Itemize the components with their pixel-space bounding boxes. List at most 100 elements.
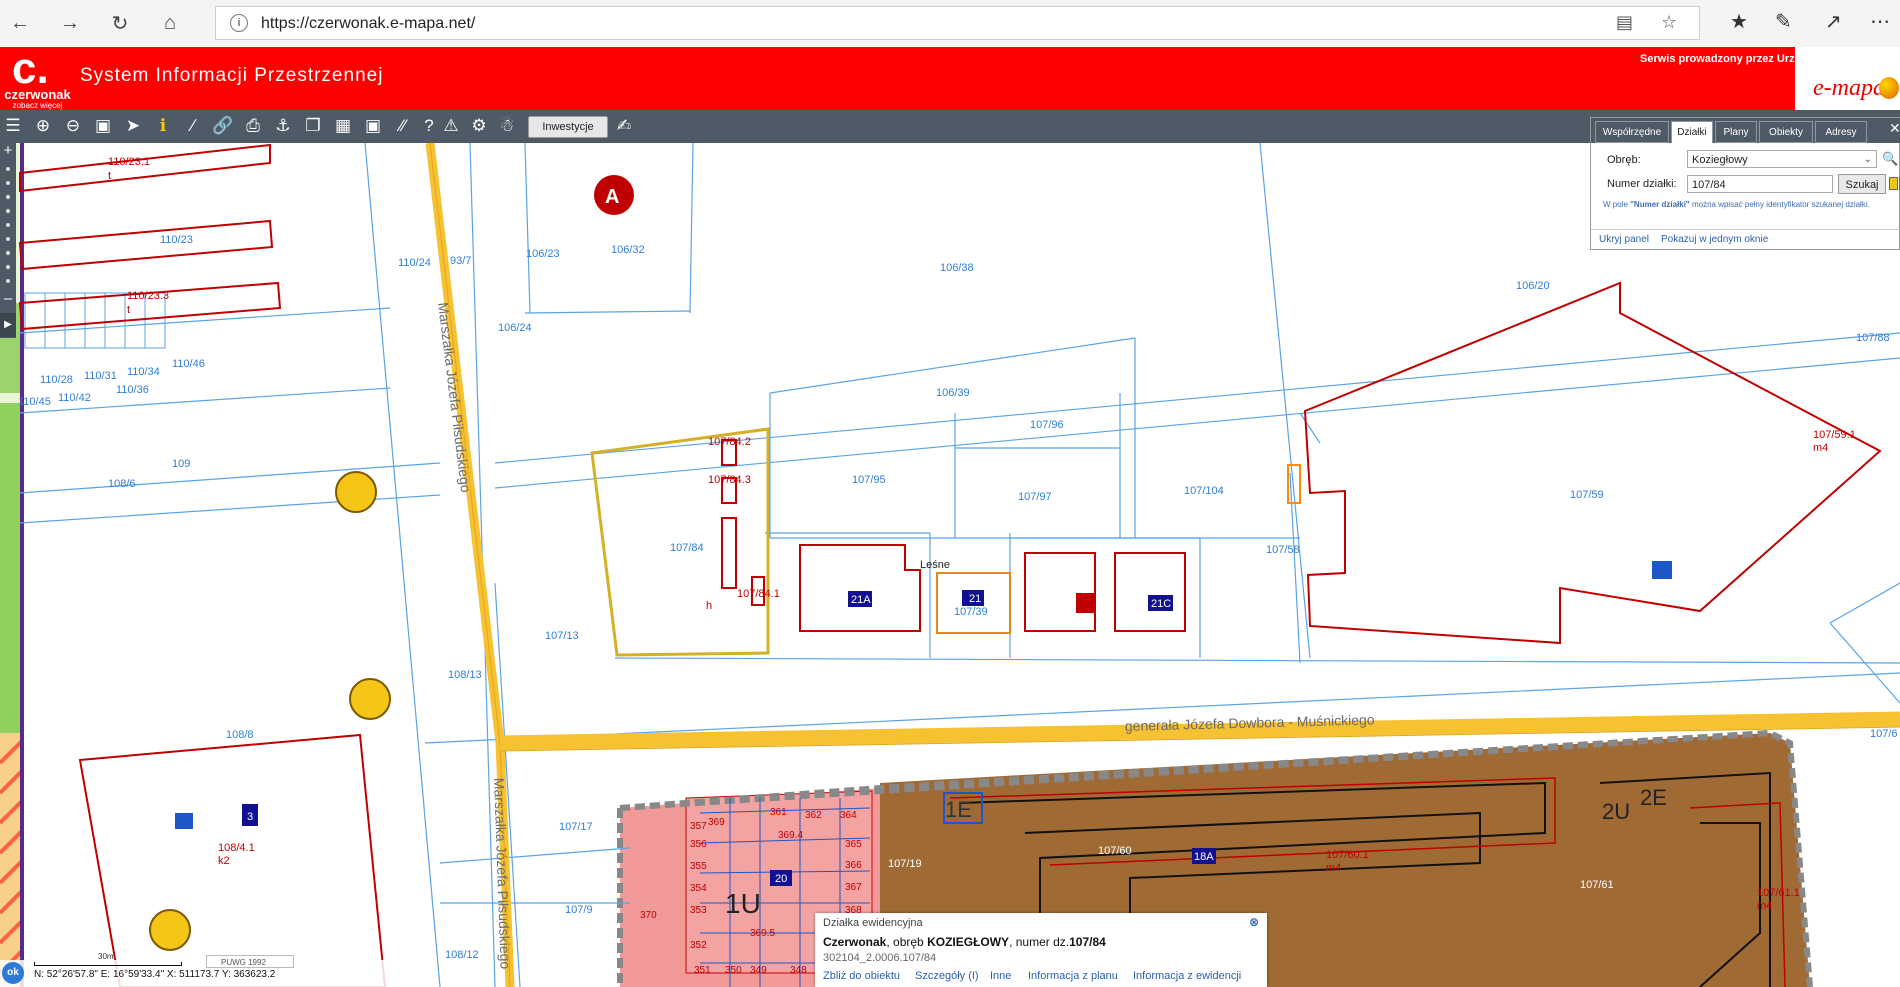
parcel-label: 107/97 <box>1018 491 1052 503</box>
parcel-label: 107/95 <box>852 474 886 486</box>
building-code: 21C <box>1151 598 1171 610</box>
zoom-to-object-link[interactable]: Zbliż do obiektu <box>823 970 900 982</box>
close-icon[interactable]: ⊗ <box>1249 915 1259 929</box>
parcel-label: 107/60 <box>1098 845 1132 857</box>
map-view[interactable]: 21A 21 21C 1U 20 1E 2E 2U 18A 3 A Marsza… <box>0 143 1900 987</box>
parcel-number: 357 <box>690 821 707 832</box>
tab-obiekty[interactable]: Obiekty <box>1759 121 1813 143</box>
parcel-label: 107/61 <box>1580 879 1614 891</box>
settings-icon[interactable]: ⚙ <box>468 115 490 137</box>
user-location-icon[interactable]: ☃ <box>496 115 518 137</box>
info-icon[interactable]: i <box>230 14 248 32</box>
parcel-identifier: 302104_2.0006.107/84 <box>823 952 937 964</box>
zoom-in-button[interactable]: + <box>0 143 16 159</box>
parcel-label: 93/7 <box>450 255 471 267</box>
building-code: 21 <box>969 593 981 605</box>
details-link[interactable]: Szczegóły (I) <box>915 970 979 982</box>
measure-icon[interactable]: ∕ <box>182 115 204 137</box>
comment-icon[interactable]: ▣ <box>362 115 384 137</box>
tab-dzialki[interactable]: Działki <box>1671 121 1713 143</box>
parcel-label: 107/104 <box>1184 485 1224 497</box>
chat-icon[interactable]: ✍ <box>613 115 635 137</box>
back-icon[interactable]: ← <box>5 8 35 38</box>
favorite-star-icon[interactable]: ☆ <box>1661 12 1677 33</box>
parcel-label: 110/45 <box>18 396 51 408</box>
address-bar[interactable]: i https://czerwonak.e-mapa.net/ ▤ ☆ <box>215 6 1700 40</box>
zoom-out-icon[interactable]: ⊖ <box>62 115 84 137</box>
zoom-in-icon[interactable]: ⊕ <box>32 115 54 137</box>
parcel-label: 106/23 <box>526 248 560 260</box>
close-icon[interactable]: ✕ <box>1889 120 1900 137</box>
panel-tabs: Współrzędne Działki Plany Obiekty Adresy… <box>1591 118 1900 143</box>
warning-icon[interactable]: ⚠ <box>440 115 462 137</box>
print-icon[interactable]: ⎙ <box>242 115 264 137</box>
zoom-level-dot[interactable] <box>6 195 10 199</box>
other-link[interactable]: Inne <box>990 970 1011 982</box>
parcel-number: 369.4 <box>778 830 803 841</box>
zoom-level-dot[interactable] <box>6 167 10 171</box>
emapa-logo-box[interactable]: e-mapa <box>1795 47 1900 110</box>
layers-icon[interactable]: ☰ <box>2 115 24 137</box>
share-icon[interactable]: ↗ <box>1825 9 1842 34</box>
plan-info-link[interactable]: Informacja z planu <box>1028 970 1118 982</box>
pointer-icon[interactable]: ➤ <box>122 115 144 137</box>
numer-label: Numer działki: <box>1607 178 1677 190</box>
parcel-label: 110/23.1 <box>108 156 150 168</box>
tab-plany[interactable]: Plany <box>1715 121 1757 143</box>
more-icon[interactable]: ⋯ <box>1870 9 1890 34</box>
parcel-label: 110/31 <box>84 370 117 382</box>
full-extent-icon[interactable]: ▣ <box>92 115 114 137</box>
parcel-label: 107/6 <box>1870 728 1898 740</box>
czerwonak-logo[interactable]: c. <box>12 47 56 91</box>
parcel-number: 354 <box>690 883 707 894</box>
pen-icon[interactable]: ✎ <box>1775 9 1792 34</box>
single-window-link[interactable]: Pokazuj w jednym oknie <box>1661 234 1768 245</box>
expand-panel-icon[interactable]: ▶ <box>0 313 16 337</box>
parcel-label: 110/34 <box>127 366 160 378</box>
obreb-value: Koziegłowy <box>1692 154 1748 166</box>
zone-code: 2U <box>1602 799 1630 824</box>
investycje-button[interactable]: Inwestycje <box>528 116 608 138</box>
zoom-level-dot[interactable] <box>6 265 10 269</box>
layout-icon[interactable]: ▦ <box>332 115 354 137</box>
ok-button[interactable]: ok <box>2 962 24 984</box>
zoom-level-dot[interactable] <box>6 251 10 255</box>
color-swatch-yellow[interactable] <box>1889 177 1898 190</box>
parcel-number-input[interactable]: 107/84 <box>1687 175 1833 193</box>
reading-view-icon[interactable]: ▤ <box>1616 12 1633 33</box>
favorites-icon[interactable]: ★ <box>1730 9 1748 34</box>
refresh-icon[interactable]: ↻ <box>105 8 135 38</box>
help-icon[interactable]: ? <box>418 115 440 137</box>
crs-select[interactable]: PUWG 1992 <box>206 955 294 968</box>
tab-wspolrzedne[interactable]: Współrzędne <box>1595 121 1669 143</box>
register-info-link[interactable]: Informacja z ewidencji <box>1133 970 1241 982</box>
search-button[interactable]: Szukaj <box>1838 174 1886 194</box>
parcel-label: 107/58 <box>1266 544 1300 556</box>
zoom-level-dot[interactable] <box>6 237 10 241</box>
hide-panel-link[interactable]: Ukryj panel <box>1599 234 1649 245</box>
forward-icon[interactable]: → <box>55 8 85 38</box>
link-icon[interactable]: 🔗 <box>212 115 234 137</box>
zoom-level-dot[interactable] <box>6 223 10 227</box>
home-icon[interactable]: ⌂ <box>155 8 185 38</box>
anchor-icon[interactable]: ⚓ <box>272 115 294 137</box>
panel-links: Ukryj panel Pokazuj w jednym oknie <box>1591 229 1900 250</box>
popup-title: Działka ewidencyjna <box>823 917 923 929</box>
tab-adresy[interactable]: Adresy <box>1815 121 1867 143</box>
hatch-icon[interactable]: ⁄⁄ <box>392 115 414 137</box>
street-name: Marszałka Józefa Piłsudskiego <box>435 301 474 493</box>
place-label: Leśne <box>920 559 950 571</box>
search-icon[interactable]: 🔍 <box>1882 151 1898 167</box>
parcel-label: 107/59 <box>1570 489 1604 501</box>
info-tool-icon[interactable]: ℹ <box>152 115 174 137</box>
zoom-level-dot[interactable] <box>6 279 10 283</box>
app-title: System Informacji Przestrzennej <box>80 65 384 86</box>
app-header: c. czerwonak zobacz więcej System Inform… <box>0 47 1900 110</box>
map-canvas[interactable]: 21A 21 21C 1U 20 1E 2E 2U 18A 3 A Marsza… <box>0 143 1900 987</box>
scale-bar <box>34 962 182 966</box>
copy-icon[interactable]: ❐ <box>302 115 324 137</box>
zoom-out-button[interactable]: – <box>0 291 16 307</box>
zoom-level-dot[interactable] <box>6 209 10 213</box>
obreb-select[interactable]: Koziegłowy ⌄ <box>1687 150 1877 168</box>
zoom-level-dot[interactable] <box>6 181 10 185</box>
